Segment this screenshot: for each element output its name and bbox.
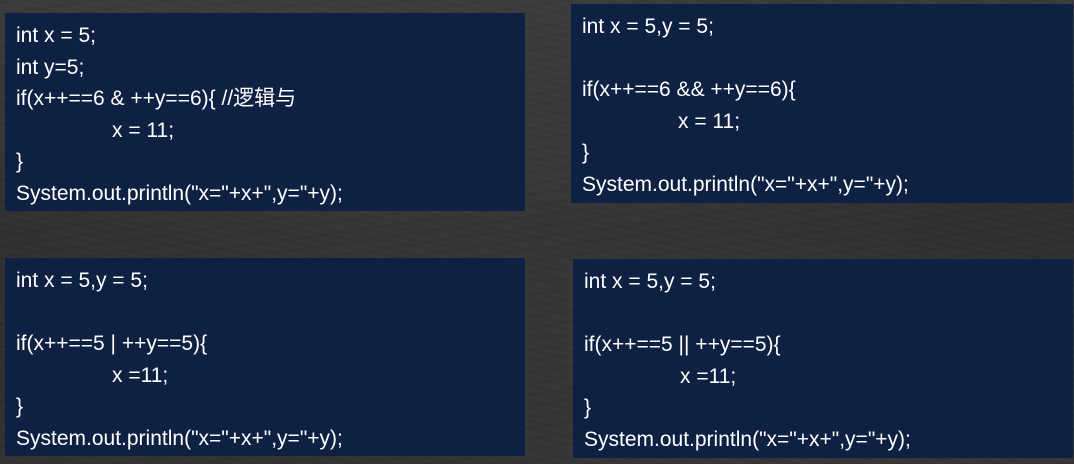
code-line: int y=5; <box>16 55 85 79</box>
code-snippet-logical-and: int x = 5; int y=5; if(x++==6 & ++y==6){… <box>5 13 525 211</box>
code-line: x =11; <box>112 363 169 387</box>
code-line: } <box>582 141 590 164</box>
code-line: int x = 5,y = 5; <box>584 270 716 293</box>
code-line: int x = 5,y = 5; <box>582 15 714 38</box>
code-snippet-logical-or: int x = 5,y = 5; if(x++==5 | ++y==5){ x … <box>5 258 525 456</box>
code-line: } <box>16 150 24 173</box>
code-line: if(x++==5 | ++y==5){ <box>16 332 208 355</box>
code-line: x = 11; <box>112 118 175 142</box>
code-line: int x = 5,y = 5; <box>16 269 148 292</box>
code-line: } <box>584 396 592 419</box>
code-line: if(x++==5 || ++y==5){ <box>584 333 781 356</box>
code-line: System.out.println("x="+x+",y="+y); <box>582 172 909 196</box>
code-snippet-short-circuit-and: int x = 5,y = 5; if(x++==6 && ++y==6){ x… <box>571 4 1073 203</box>
code-line: x =11; <box>680 364 737 388</box>
code-line: int x = 5; <box>16 24 96 47</box>
code-line: x = 11; <box>678 109 741 133</box>
code-line: if(x++==6 & ++y==6){ //逻辑与 <box>16 87 297 110</box>
code-line: System.out.println("x="+x+",y="+y); <box>584 427 911 451</box>
code-line: System.out.println("x="+x+",y="+y); <box>16 181 343 205</box>
code-line: } <box>16 395 24 418</box>
code-line: System.out.println("x="+x+",y="+y); <box>16 426 343 450</box>
code-snippet-short-circuit-or: int x = 5,y = 5; if(x++==5 || ++y==5){ x… <box>573 259 1073 458</box>
code-line: if(x++==6 && ++y==6){ <box>582 78 796 101</box>
